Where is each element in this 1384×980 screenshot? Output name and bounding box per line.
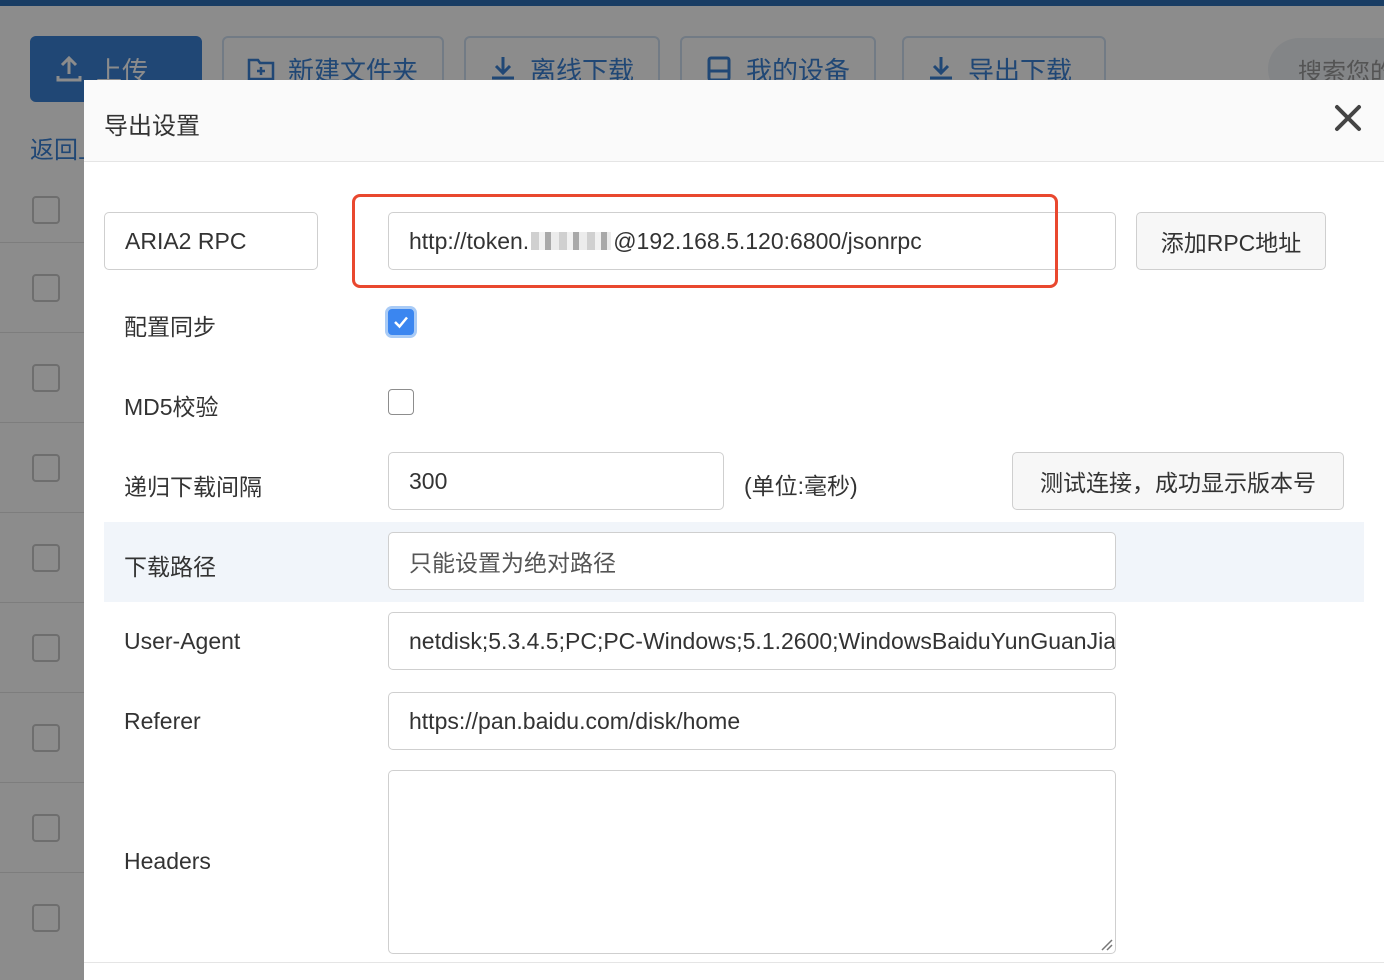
test-connection-button[interactable]: 测试连接，成功显示版本号 [1012,452,1344,510]
rpc-type-select[interactable]: ARIA2 RPC [104,212,318,270]
referer-label: Referer [124,708,201,734]
rpc-url-highlight [352,194,1058,288]
headers-label: Headers [124,848,211,874]
sync-checkbox[interactable] [388,309,414,335]
download-path-input[interactable]: 只能设置为绝对路径 [388,532,1116,590]
interval-label: 递归下载间隔 [124,474,262,500]
add-rpc-button[interactable]: 添加RPC地址 [1136,212,1326,270]
interval-input[interactable]: 300 [388,452,724,510]
check-icon [394,316,408,329]
headers-textarea[interactable] [388,770,1116,954]
user-agent-input[interactable]: netdisk;5.3.4.5;PC;PC-Windows;5.1.2600;W… [388,612,1116,670]
close-button[interactable] [1328,98,1368,138]
md5-checkbox[interactable] [388,389,414,415]
close-icon [1335,105,1361,131]
user-agent-label: User-Agent [124,628,241,654]
referer-input[interactable]: https://pan.baidu.com/disk/home [388,692,1116,750]
resize-handle-icon[interactable] [1097,935,1113,951]
md5-label: MD5校验 [124,394,219,420]
export-settings-dialog: 导出设置 ARIA2 RPC http://token. @192.168.5.1… [84,80,1384,980]
download-path-label: 下载路径 [124,554,216,580]
sync-label: 配置同步 [124,314,216,340]
dialog-title: 导出设置 [104,113,200,140]
interval-unit: (单位:毫秒) [744,473,858,499]
dialog-header: 导出设置 [84,80,1384,162]
dialog-footer-divider [84,962,1384,963]
